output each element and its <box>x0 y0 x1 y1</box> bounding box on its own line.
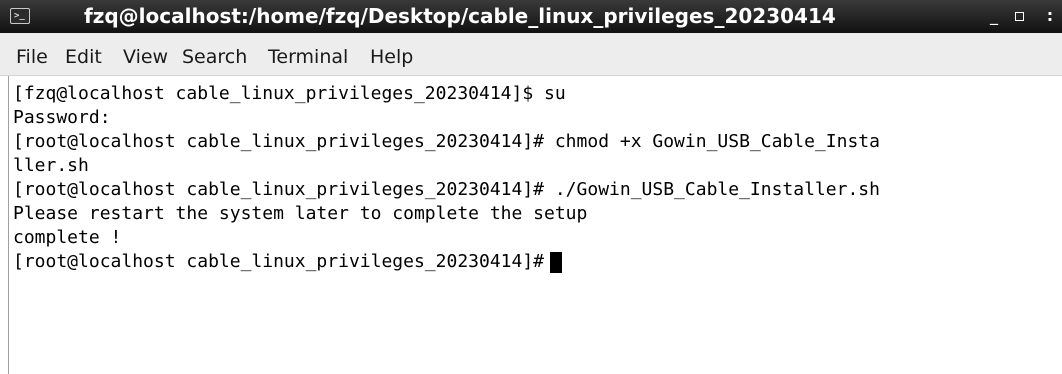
terminal-line: Please restart the system later to compl… <box>13 203 588 224</box>
terminal-line: complete ! <box>13 227 122 248</box>
terminal-icon[interactable]: >_ <box>10 8 30 24</box>
window-title: fzq@localhost:/home/fzq/Desktop/cable_li… <box>84 4 836 28</box>
menu-file[interactable]: File <box>16 45 48 69</box>
terminal-window: >_ fzq@localhost:/home/fzq/Desktop/cable… <box>0 0 1062 374</box>
terminal-line: Password: <box>13 107 111 128</box>
terminal-border <box>8 76 9 374</box>
terminal-line: ller.sh <box>13 155 89 176</box>
menu-terminal[interactable]: Terminal <box>268 45 348 69</box>
terminal-line: [fzq@localhost cable_linux_privileges_20… <box>13 83 566 104</box>
close-button[interactable]: : <box>1040 5 1060 27</box>
text-cursor <box>550 251 563 273</box>
terminal-line: [root@localhost cable_linux_privileges_2… <box>13 179 880 200</box>
maximize-icon <box>1014 12 1024 21</box>
terminal-lines: [fzq@localhost cable_linux_privileges_20… <box>13 82 1062 274</box>
current-prompt: [root@localhost cable_linux_privileges_2… <box>13 251 545 272</box>
menu-bar: File Edit View Search Terminal Help <box>0 33 1062 76</box>
terminal-output[interactable]: [fzq@localhost cable_linux_privileges_20… <box>0 76 1062 374</box>
minimize-button[interactable]: _ <box>984 5 1004 27</box>
maximize-button[interactable] <box>1010 5 1028 27</box>
prompt-line: [root@localhost cable_linux_privileges_2… <box>13 250 1062 274</box>
menu-edit[interactable]: Edit <box>65 45 102 69</box>
menu-view[interactable]: View <box>123 45 168 69</box>
terminal-line: [root@localhost cable_linux_privileges_2… <box>13 131 880 152</box>
menu-help[interactable]: Help <box>370 45 413 69</box>
title-bar[interactable]: >_ fzq@localhost:/home/fzq/Desktop/cable… <box>0 0 1062 33</box>
menu-search[interactable]: Search <box>182 45 247 69</box>
